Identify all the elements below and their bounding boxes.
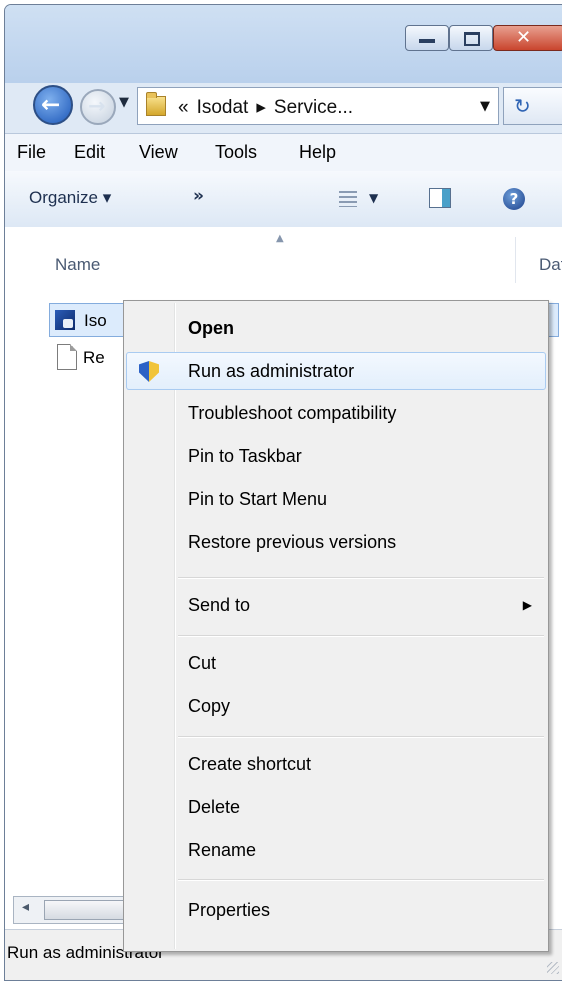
organize-button[interactable]: Organize ▾ [29,188,111,208]
context-menu: Open Run as administrator Troubleshoot c… [123,300,549,952]
maximize-button[interactable] [449,25,493,51]
menu-item-label: Send to [188,595,251,615]
breadcrumb-separator-icon[interactable]: ▸ [256,97,266,118]
exe-icon [55,310,75,330]
menu-item-troubleshoot-compatibility[interactable]: Troubleshoot compatibility [126,394,546,432]
file-name: Re [83,348,105,367]
menu-tools[interactable]: Tools [215,142,257,163]
address-dropdown[interactable]: ▼ [480,99,490,114]
menu-separator [178,879,544,881]
menu-item-run-as-administrator[interactable]: Run as administrator [126,352,546,390]
folder-icon [146,92,166,116]
back-arrow-icon: ← [41,92,61,118]
menu-item-label: Rename [188,840,257,860]
menu-edit[interactable]: Edit [74,142,105,163]
address-bar[interactable]: « Isodat ▸ Service... ▼ [137,87,499,125]
refresh-icon: ↻ [514,94,531,118]
menu-separator [178,635,544,637]
recent-pages-dropdown[interactable]: ▼ [119,95,129,110]
minimize-button[interactable] [405,25,449,51]
breadcrumb-service[interactable]: Service... [274,97,353,118]
file-name: Iso [84,311,107,330]
column-date-modified[interactable]: Dat [539,255,562,275]
minimize-icon [419,39,435,43]
horizontal-scrollbar[interactable]: ◂ [13,896,133,924]
breadcrumb-overflow[interactable]: « [178,97,189,118]
menu-help[interactable]: Help [299,142,336,163]
menu-item-delete[interactable]: Delete [126,788,546,826]
close-button[interactable]: ✕ [493,25,562,51]
menu-item-create-shortcut[interactable]: Create shortcut [126,745,546,783]
menu-item-label: Restore previous versions [188,532,397,552]
command-bar: Organize ▾ » ▼ ? [5,171,562,228]
menu-item-copy[interactable]: Copy [126,687,546,725]
title-bar[interactable]: ✕ ← → ▼ « Isodat ▸ Service... ▼ ↻ [5,5,562,125]
maximize-icon [464,32,480,46]
column-header: ▲ Name Dat [5,227,562,283]
menu-item-rename[interactable]: Rename [126,831,546,869]
menu-item-label: Pin to Taskbar [188,446,302,466]
breadcrumb: « Isodat ▸ Service... [178,96,361,119]
menu-separator [178,736,544,738]
menu-bar: File Edit View Tools Help [5,133,562,173]
menu-item-label: Run as administrator [188,361,355,381]
menu-item-label: Create shortcut [188,754,312,774]
menu-separator [178,577,544,579]
forward-button[interactable]: → [80,89,116,125]
scrollbar-thumb[interactable] [44,900,128,920]
more-commands-button[interactable]: » [193,186,204,206]
scroll-left-icon[interactable]: ◂ [22,899,29,915]
view-options-dropdown[interactable]: ▼ [369,191,378,205]
menu-item-pin-to-taskbar[interactable]: Pin to Taskbar [126,437,546,475]
forward-arrow-icon: → [88,94,106,118]
sort-ascending-icon: ▲ [276,233,284,244]
menu-item-properties[interactable]: Properties [126,891,546,929]
resize-grip-icon[interactable] [547,962,559,974]
help-icon[interactable]: ? [503,188,525,210]
text-file-icon [57,344,77,370]
menu-item-label: Cut [188,653,217,673]
menu-item-label: Troubleshoot compatibility [188,403,397,423]
menu-item-cut[interactable]: Cut [126,644,546,682]
menu-item-label: Pin to Start Menu [188,489,328,509]
submenu-arrow-icon: ▶ [522,598,532,612]
menu-item-label: Properties [188,900,271,920]
uac-shield-icon [139,361,159,382]
refresh-button[interactable]: ↻ [503,87,562,125]
breadcrumb-isodat[interactable]: Isodat [197,97,249,118]
preview-pane-icon[interactable] [429,188,451,208]
menu-item-open[interactable]: Open [126,309,546,347]
menu-item-label: Open [188,318,235,338]
menu-view[interactable]: View [139,142,178,163]
menu-item-send-to[interactable]: Send to ▶ [126,586,546,624]
menu-file[interactable]: File [17,142,46,163]
back-button[interactable]: ← [33,85,73,125]
menu-item-label: Delete [188,797,241,817]
menu-item-pin-to-start-menu[interactable]: Pin to Start Menu [126,480,546,518]
menu-item-label: Copy [188,696,231,716]
menu-item-restore-previous-versions[interactable]: Restore previous versions [126,523,546,561]
column-divider[interactable] [515,237,516,283]
column-name[interactable]: Name [55,255,100,275]
change-view-icon[interactable] [339,191,357,207]
close-icon: ✕ [516,27,532,48]
